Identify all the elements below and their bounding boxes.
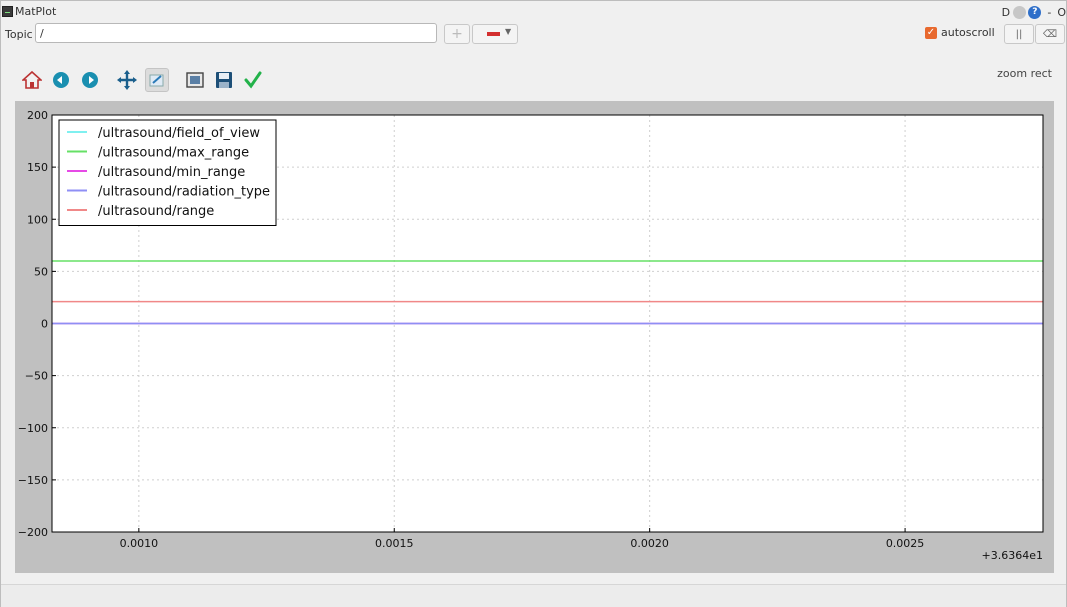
topic-input[interactable]	[35, 23, 437, 43]
legend-label: /ultrasound/radiation_type	[98, 185, 270, 200]
options-icon[interactable]: O	[1057, 6, 1066, 19]
legend-label: /ultrasound/min_range	[98, 165, 245, 180]
plot-canvas[interactable]: 200 150 100 50 0 −50 −100 −150 −200 0.0010 0.0015 0…	[15, 101, 1054, 573]
back-icon	[53, 72, 69, 88]
pause-button[interactable]: ||	[1004, 24, 1034, 44]
back-button[interactable]	[50, 69, 72, 91]
save-icon	[216, 72, 232, 88]
y-tick-label: 0	[41, 318, 48, 331]
pan-button[interactable]	[116, 69, 138, 91]
reload-icon[interactable]	[1013, 5, 1027, 19]
title-bar: MatPlot D ? - O	[1, 1, 1066, 23]
edit-curve-button[interactable]	[242, 69, 264, 91]
x-tick-label: 0.0010	[120, 537, 159, 550]
dropdown-arrow-icon: ▼	[505, 27, 512, 36]
toolbar-mode-label: zoom rect	[997, 67, 1052, 80]
plus-icon: +	[451, 26, 463, 42]
legend-label: /ultrasound/field_of_view	[98, 126, 260, 141]
status-bar	[1, 584, 1066, 607]
x-tick-label: 0.0015	[375, 537, 414, 550]
zoom-icon	[149, 74, 164, 87]
configure-subplots-button[interactable]	[184, 69, 206, 91]
x-tick-label: 0.0020	[630, 537, 669, 550]
pause-icon: ||	[1015, 28, 1023, 40]
topic-row: Topic + ▼ ✓ autoscroll || ⌫	[1, 23, 1066, 47]
window-title: MatPlot	[15, 5, 57, 18]
autoscroll-label: autoscroll	[941, 26, 995, 39]
x-offset-label: +3.6364e1	[982, 549, 1043, 562]
plot-toolbar	[21, 67, 271, 93]
title-bar-controls: D ? - O	[1000, 4, 1066, 20]
remove-topic-button[interactable]: ▼	[472, 24, 518, 44]
help-icon[interactable]: ?	[1028, 5, 1042, 19]
autoscroll-toggle[interactable]: ✓ autoscroll	[925, 26, 995, 39]
save-button[interactable]	[213, 69, 235, 91]
y-tick-label: 50	[34, 265, 48, 278]
matplot-app-icon	[2, 6, 13, 17]
edit-curve-icon	[244, 71, 262, 89]
forward-button[interactable]	[79, 69, 101, 91]
legend-label: /ultrasound/max_range	[98, 146, 249, 161]
y-tick-label: −150	[18, 474, 48, 487]
forward-icon	[82, 72, 98, 88]
home-button[interactable]	[21, 69, 43, 91]
configure-subplots-icon	[186, 72, 204, 88]
add-topic-button[interactable]: +	[444, 24, 470, 44]
y-tick-label: 100	[27, 213, 48, 226]
home-icon	[22, 70, 42, 89]
y-tick-label: 150	[27, 161, 48, 174]
dock-d-icon[interactable]: D	[1000, 6, 1011, 19]
clear-icon: ⌫	[1042, 28, 1058, 40]
y-tick-label: −200	[18, 526, 48, 539]
clear-button[interactable]: ⌫	[1035, 24, 1065, 44]
legend-label: /ultrasound/range	[98, 204, 214, 219]
line-chart[interactable]: 200 150 100 50 0 −50 −100 −150 −200 0.0010 0.0015 0…	[15, 101, 1054, 573]
autoscroll-checkbox[interactable]: ✓	[925, 26, 937, 39]
topic-label: Topic	[5, 28, 33, 41]
y-tick-label: −100	[18, 422, 48, 435]
matplot-window: MatPlot D ? - O Topic + ▼ ✓ autoscroll |…	[0, 0, 1067, 607]
y-tick-label: −50	[25, 370, 48, 383]
pan-icon	[117, 70, 137, 90]
minimize-icon[interactable]: -	[1047, 6, 1051, 19]
y-tick-label: 200	[27, 109, 48, 122]
minus-icon	[487, 32, 500, 36]
zoom-button[interactable]	[145, 68, 169, 92]
x-tick-label: 0.0025	[886, 537, 925, 550]
